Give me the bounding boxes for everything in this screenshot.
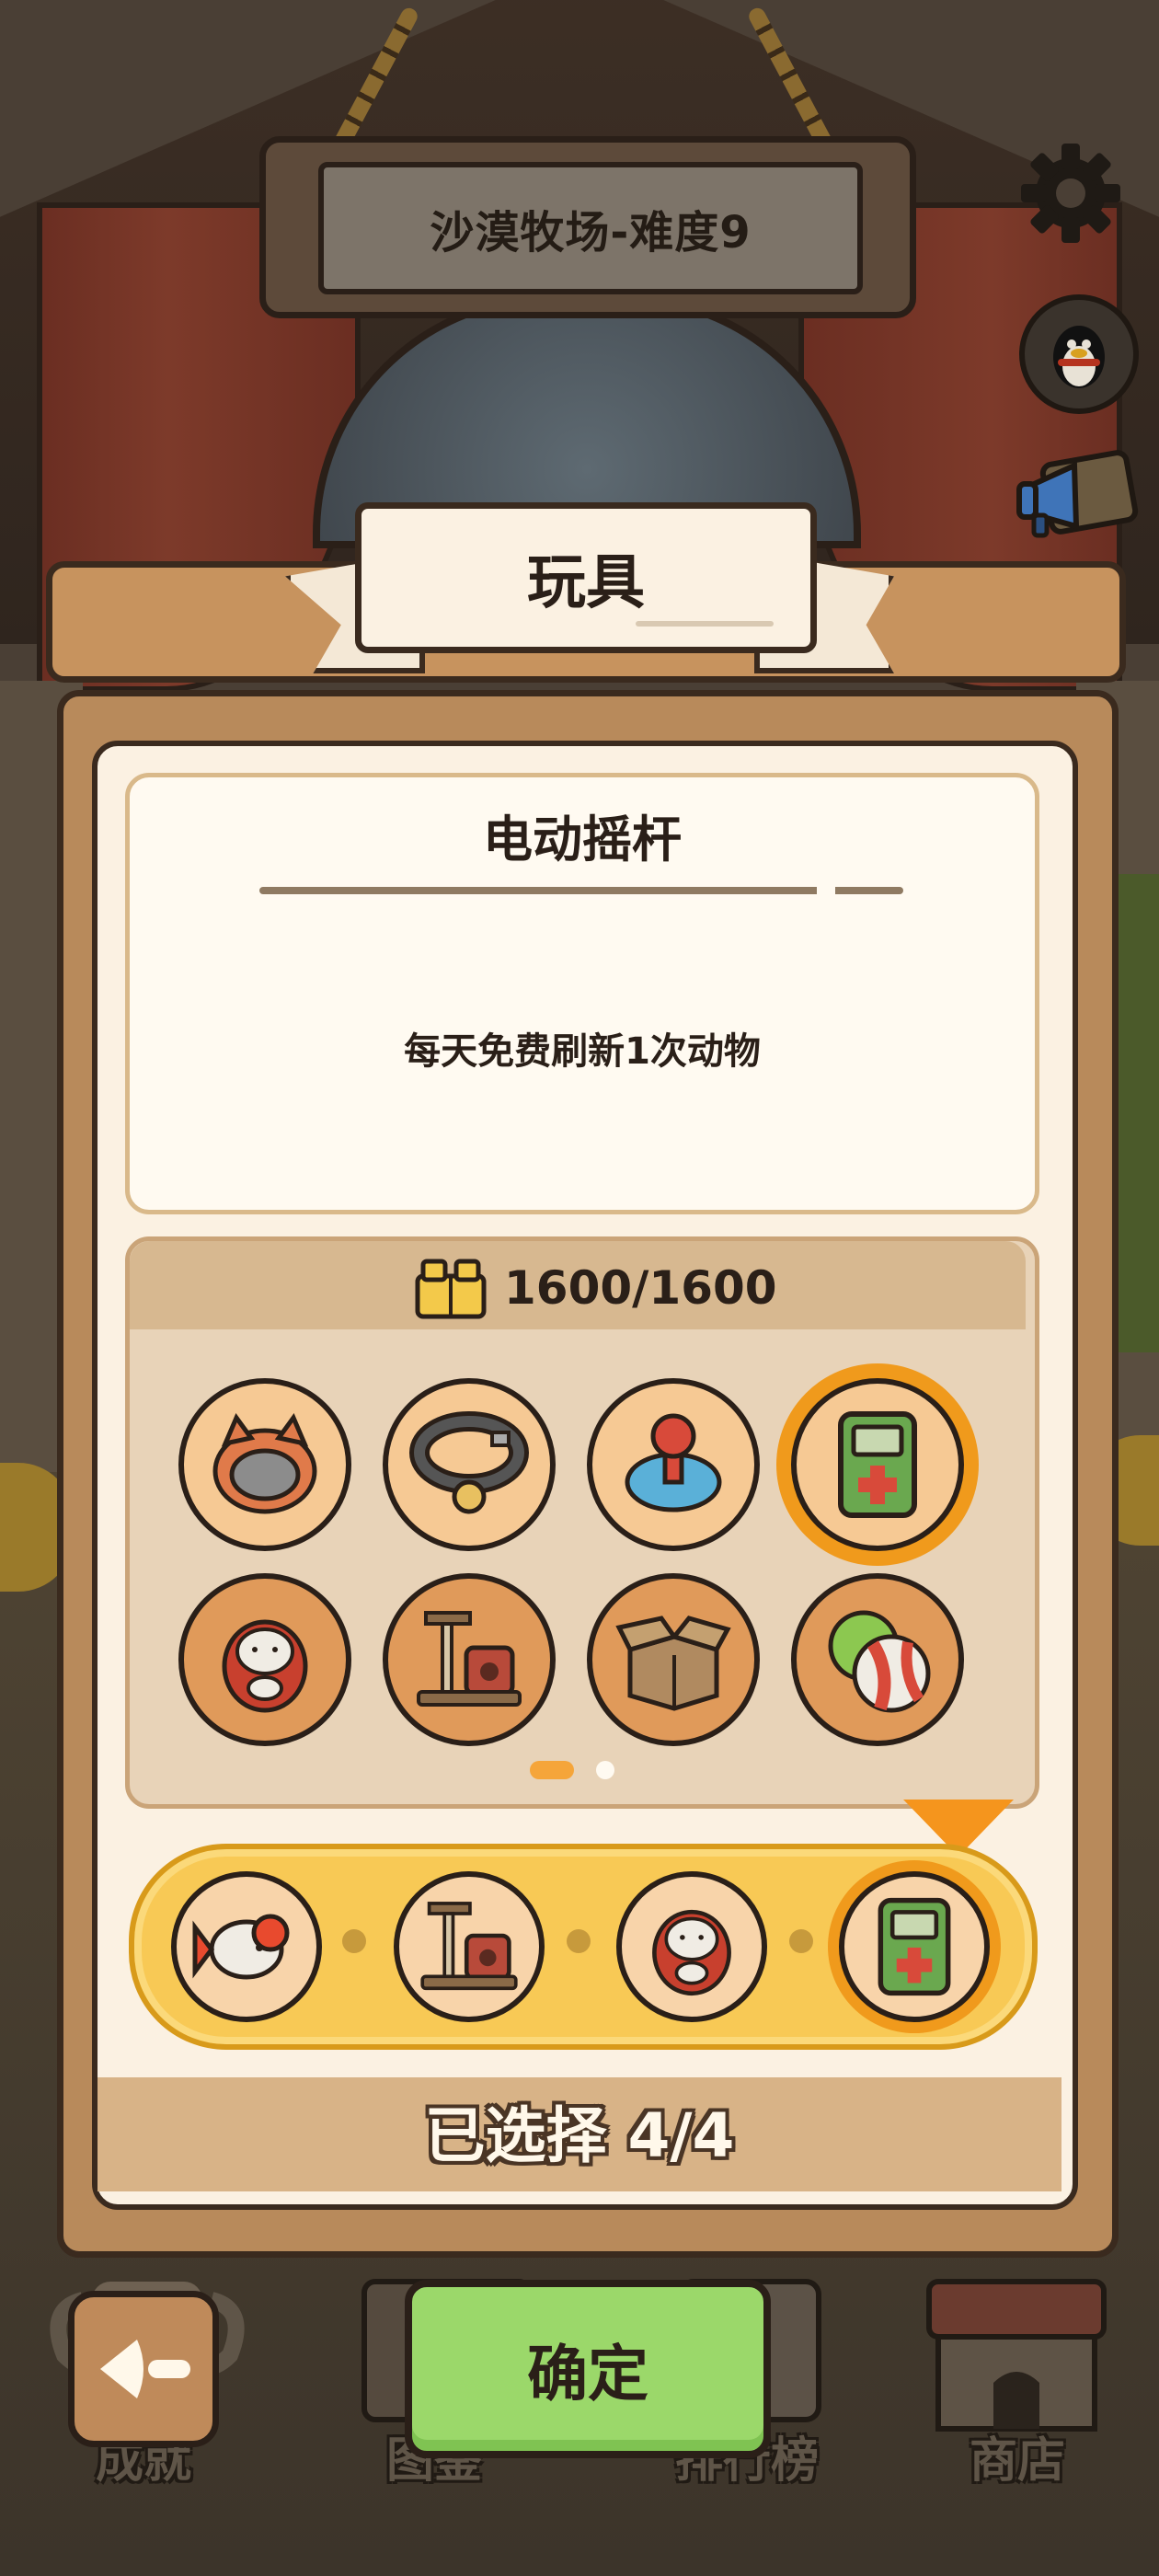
toy-slot-joystick[interactable] <box>587 1378 760 1551</box>
goldfish-icon <box>192 1914 290 1980</box>
brick-icon <box>415 1259 487 1319</box>
item-name: 电动摇杆 <box>483 811 682 868</box>
beach-ball-icon <box>828 1610 931 1713</box>
page-dot[interactable] <box>596 1761 614 1779</box>
toy-slot-beach-ball[interactable] <box>791 1573 964 1746</box>
modal-title: 玩具 <box>527 549 645 617</box>
nav-shop[interactable]: 商店 <box>920 2272 1122 2489</box>
modal-title-plaque: 玩具 <box>355 502 817 653</box>
toy-slot-cat-bed[interactable] <box>178 1378 351 1551</box>
confirm-button[interactable]: 确定 <box>405 2280 771 2458</box>
selected-slot-goldfish[interactable] <box>171 1871 322 2022</box>
item-description: 每天免费刷新1次动物 <box>404 1030 761 1073</box>
back-button[interactable] <box>68 2291 219 2447</box>
plaque-decoration <box>636 621 774 627</box>
selected-slot-cat-doll[interactable] <box>616 1871 767 2022</box>
handheld-game-icon <box>838 1411 917 1518</box>
selected-slot-handheld-game[interactable] <box>839 1871 990 2022</box>
cat-tree-icon <box>417 1611 522 1707</box>
page-dot-active[interactable] <box>530 1761 574 1779</box>
level-title: 沙漠牧场-难度9 <box>318 162 863 294</box>
cat-bed-icon <box>212 1412 317 1514</box>
toy-slot-handheld-game-selected[interactable] <box>791 1378 964 1551</box>
separator-dot <box>342 1929 366 1953</box>
megaphone-icon[interactable] <box>1010 442 1139 552</box>
collar-icon <box>409 1411 529 1514</box>
back-arrow-icon <box>100 2340 190 2398</box>
selected-slot-cat-tree[interactable] <box>394 1871 545 2022</box>
cardboard-box-icon <box>615 1616 731 1711</box>
divider-gap <box>817 883 835 898</box>
gear-icon[interactable] <box>1016 138 1126 248</box>
toy-slot-cardboard-box[interactable] <box>587 1573 760 1746</box>
separator-dot <box>789 1929 813 1953</box>
capacity-display: 1600/1600 <box>414 1251 777 1325</box>
qq-penguin-icon[interactable] <box>1019 294 1139 414</box>
nav-label: 商店 <box>969 2433 1065 2489</box>
divider <box>259 887 903 894</box>
toy-slot-cat-doll[interactable] <box>178 1573 351 1746</box>
capacity-text: 1600/1600 <box>504 1261 777 1315</box>
selection-count: 已选择 4/4 <box>424 2100 735 2171</box>
toy-slot-collar[interactable] <box>383 1378 556 1551</box>
handheld-game-icon <box>878 1897 951 1996</box>
toy-slot-cat-tree[interactable] <box>383 1573 556 1746</box>
joystick-toy-icon <box>625 1413 722 1512</box>
separator-dot <box>567 1929 591 1953</box>
cat-doll-icon <box>222 1619 308 1713</box>
cat-doll-icon <box>652 1909 731 1996</box>
cat-tree-icon <box>420 1902 518 1991</box>
shop-icon <box>926 2279 1107 2432</box>
